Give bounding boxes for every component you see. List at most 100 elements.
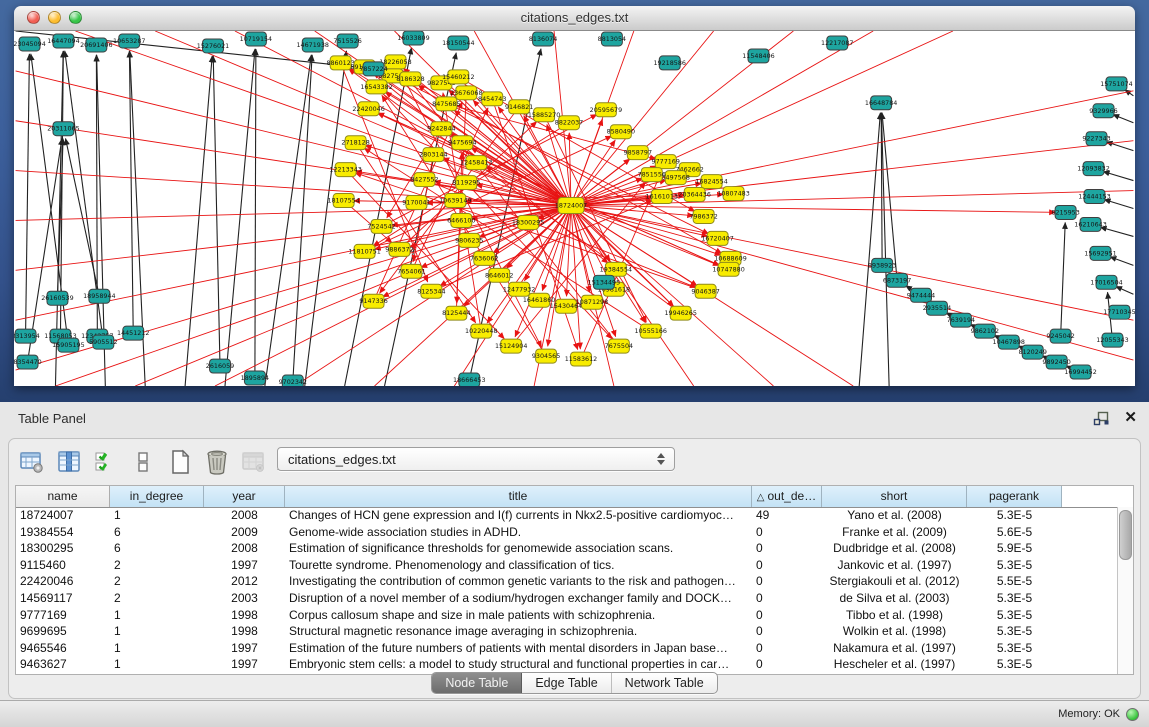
table-row[interactable]: 1938455462009Genome-wide association stu…	[16, 524, 1118, 541]
table-row[interactable]: 1456911722003Disruption of a novel membe…	[16, 590, 1118, 607]
table-cell: 5.6E-5	[967, 524, 1062, 541]
minimize-window-icon[interactable]	[48, 11, 61, 24]
graph-node-label: 20595679	[590, 106, 622, 114]
table-row[interactable]: 2242004622012Investigating the contribut…	[16, 573, 1118, 590]
network-window-titlebar[interactable]: citations_edges.txt	[14, 6, 1135, 31]
table-cell: Structural magnetic resonance image aver…	[285, 623, 752, 640]
table-cell: 5.3E-5	[967, 656, 1062, 673]
table-vertical-scrollbar[interactable]	[1117, 507, 1133, 674]
zoom-window-icon[interactable]	[69, 11, 82, 24]
graph-node-label: 9046387	[691, 287, 719, 295]
table-cell: 1997	[204, 640, 285, 657]
graph-node-label: 9777169	[652, 158, 680, 166]
network-window: citations_edges.txt 18724007886012389129…	[14, 6, 1135, 386]
row-height-icon[interactable]	[128, 448, 158, 476]
table-cell: Dudbridge et al. (2008)	[822, 540, 967, 557]
graph-node-label: 10220448	[465, 327, 497, 335]
table-row[interactable]: 1872400712008Changes of HCN gene express…	[16, 507, 1118, 524]
tab-node-table[interactable]: Node Table	[432, 673, 522, 693]
table-row[interactable]: 946362711997Embryonic stem cells: a mode…	[16, 656, 1118, 673]
table-panel-body: f(x) citations_edges.txt namein_degreeye…	[8, 438, 1141, 699]
select-all-icon[interactable]	[91, 448, 121, 476]
column-header-out_de[interactable]: △out_de…	[752, 486, 822, 507]
graph-node-label: 12093832	[1077, 165, 1109, 173]
column-header-title[interactable]: title	[285, 486, 752, 507]
graph-node-label: 10747880	[712, 265, 744, 273]
table-cell: 18300295	[16, 540, 110, 557]
table-cell: 0	[752, 640, 822, 657]
graph-edge	[16, 206, 571, 221]
table-row[interactable]: 969969511998Structural magnetic resonanc…	[16, 623, 1118, 640]
network-window-title: citations_edges.txt	[14, 6, 1135, 30]
table-cell: Tibbo et al. (1998)	[822, 607, 967, 624]
graph-node-label: 15276021	[197, 42, 229, 50]
new-table-icon[interactable]	[165, 448, 195, 476]
float-panel-icon[interactable]	[1093, 411, 1110, 426]
table-row[interactable]: 977716911998Corpus callosum shape and si…	[16, 607, 1118, 624]
graph-node-label: 15460212	[442, 73, 474, 81]
graph-node-label: 12477932	[503, 285, 535, 293]
close-panel-icon[interactable]: ✕	[1124, 410, 1137, 426]
graph-edge	[305, 51, 347, 386]
network-graph-canvas[interactable]: 1872400788601238912955182260589827503165…	[14, 31, 1135, 386]
table-cell: 1998	[204, 607, 285, 624]
graph-node-label: 6873197	[883, 276, 911, 284]
graph-node-label: 7675504	[605, 342, 633, 350]
table-cell: 9463627	[16, 656, 110, 673]
graph-node-label: 8125344	[417, 287, 445, 295]
tab-network-table[interactable]: Network Table	[612, 673, 717, 693]
graph-node-label: 20364436	[678, 191, 710, 199]
table-cell: 5.3E-5	[967, 590, 1062, 607]
graph-node-label: 8580490	[607, 128, 635, 136]
table-row[interactable]: 911546021997Tourette syndrome. Phenomeno…	[16, 557, 1118, 574]
tab-edge-table[interactable]: Edge Table	[522, 673, 611, 693]
graph-node-label: 11810751	[348, 247, 380, 255]
column-header-short[interactable]: short	[822, 486, 967, 507]
table-cell: Nakamura et al. (1997)	[822, 640, 967, 657]
graph-node-label: 8646012	[485, 271, 513, 279]
table-settings-icon[interactable]	[17, 448, 47, 476]
graph-node-label: 8427552	[410, 176, 438, 184]
table-row[interactable]: 1830029562008Estimation of significance …	[16, 540, 1118, 557]
table-cell: 5.3E-5	[967, 640, 1062, 657]
column-header-in_degree[interactable]: in_degree	[110, 486, 204, 507]
column-header-pagerank[interactable]: pagerank	[967, 486, 1062, 507]
table-cell: 2012	[204, 573, 285, 590]
graph-node-label: 8119295	[452, 179, 480, 187]
table-panel-title: Table Panel	[18, 411, 86, 426]
table-row[interactable]: 946554611997Estimation of the future num…	[16, 640, 1118, 657]
graph-edge	[1104, 199, 1133, 208]
graph-node-label: 12217087	[821, 39, 853, 47]
table-cell: 18724007	[16, 507, 110, 524]
graph-node-label: 7857224	[359, 65, 387, 73]
table-selector-dropdown[interactable]: citations_edges.txt	[277, 447, 675, 471]
graph-node-label: 9242844	[427, 125, 455, 133]
graph-node-label: 15124904	[495, 342, 527, 350]
graph-edge	[1100, 227, 1133, 236]
scrollbar-thumb[interactable]	[1119, 510, 1132, 560]
delete-table-icon[interactable]	[202, 448, 232, 476]
table-cell: Embryonic stem cells: a model to study s…	[285, 656, 752, 673]
table-cell: 9699695	[16, 623, 110, 640]
graph-edge	[185, 56, 212, 386]
table-cell: 1	[110, 607, 204, 624]
graph-node-label: 9227343	[1082, 135, 1110, 143]
graph-node-label: 18150544	[442, 39, 474, 47]
graph-node-label: 11583612	[565, 355, 597, 363]
column-header-year[interactable]: year	[204, 486, 285, 507]
graph-node-label: 18958944	[83, 292, 115, 300]
graph-node-label: 9146821	[505, 103, 533, 111]
graph-node-label: 16648784	[865, 99, 897, 107]
close-window-icon[interactable]	[27, 11, 40, 24]
graph-node-label: 9245042	[1046, 332, 1074, 340]
table-cell: Tourette syndrome. Phenomenology and cla…	[285, 557, 752, 574]
graph-edge	[409, 206, 571, 247]
graph-node-label: 8136074	[529, 35, 557, 43]
graph-edge	[225, 49, 255, 386]
graph-edge	[1061, 222, 1066, 336]
graph-node-label: 2718128	[341, 139, 369, 147]
table-cell: 5.3E-5	[967, 623, 1062, 640]
graph-edge	[265, 55, 311, 386]
column-header-name[interactable]: name	[16, 486, 110, 507]
show-columns-icon[interactable]	[54, 448, 84, 476]
